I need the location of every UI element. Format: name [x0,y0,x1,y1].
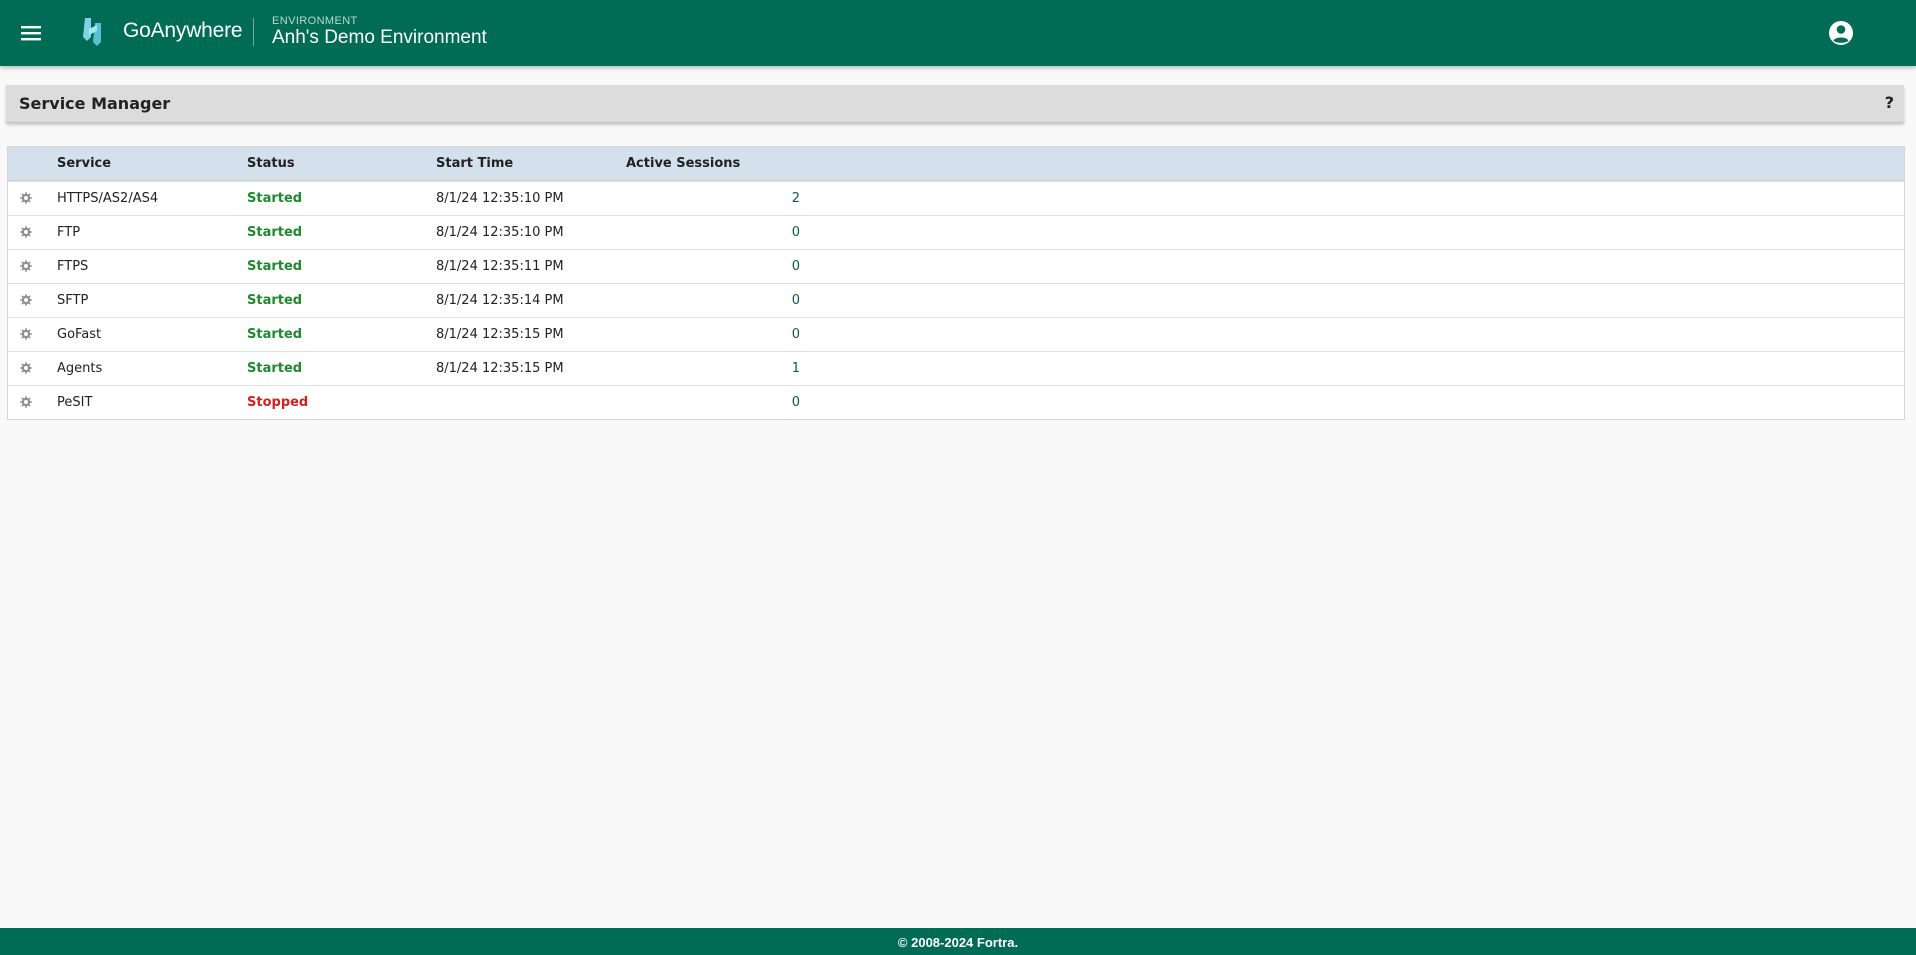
service-name: SFTP [57,293,89,308]
copyright-text: © 2008-2024 Fortra. [897,935,1019,950]
active-sessions: 1 [791,361,800,376]
status-badge: Started [247,293,303,308]
status-badge: Started [247,327,303,342]
table-row[interactable]: GoFast Started 8/1/24 12:35:15 PM 0 [8,317,1904,351]
column-header-service[interactable]: Service [57,156,111,171]
service-name: Agents [57,361,103,376]
table-header: Service Status Start Time Active Session… [8,147,1904,181]
status-badge: Started [247,191,303,206]
column-header-status[interactable]: Status [247,156,295,171]
gear-icon[interactable] [18,258,34,274]
start-time: 8/1/24 12:35:10 PM [436,225,564,240]
active-sessions: 0 [791,395,800,410]
status-badge: Started [247,259,303,274]
status-badge: Stopped [247,395,309,410]
status-badge: Started [247,225,303,240]
service-name: HTTPS/AS2/AS4 [57,191,159,206]
gear-icon[interactable] [18,326,34,342]
start-time: 8/1/24 12:35:14 PM [436,293,564,308]
active-sessions: 0 [791,327,800,342]
active-sessions: 0 [791,293,800,308]
header-divider [253,18,254,46]
start-time: 8/1/24 12:35:15 PM [436,361,564,376]
gear-icon[interactable] [18,224,34,240]
active-sessions: 0 [791,259,800,274]
start-time: 8/1/24 12:35:10 PM [436,191,564,206]
gear-icon[interactable] [18,190,34,206]
start-time: 8/1/24 12:35:11 PM [436,259,564,274]
goanywhere-logo[interactable] [79,15,107,49]
app-name: GoAnywhere [123,19,243,42]
environment-name: Anh's Demo Environment [272,27,487,48]
table-row[interactable]: FTPS Started 8/1/24 12:35:11 PM 0 [8,249,1904,283]
user-account-icon[interactable] [1826,18,1856,48]
page-title: Service Manager [19,94,171,113]
service-name: GoFast [57,327,102,342]
active-sessions: 2 [791,191,800,206]
column-header-start-time[interactable]: Start Time [436,156,513,171]
menu-button[interactable] [14,17,48,49]
table-row[interactable]: SFTP Started 8/1/24 12:35:14 PM 0 [8,283,1904,317]
service-name: PeSIT [57,395,93,410]
services-table: Service Status Start Time Active Session… [7,146,1905,420]
active-sessions: 0 [791,225,800,240]
gear-icon[interactable] [18,292,34,308]
environment-label: ENVIRONMENT [272,15,358,27]
start-time: 8/1/24 12:35:15 PM [436,327,564,342]
column-header-active-sessions[interactable]: Active Sessions [626,156,740,171]
service-name: FTPS [57,259,89,274]
service-name: FTP [57,225,81,240]
top-bar: GoAnywhere ENVIRONMENT Anh's Demo Enviro… [0,0,1916,66]
footer: © 2008-2024 Fortra. [0,928,1916,955]
gear-icon[interactable] [18,394,34,410]
service-manager-header: Service Manager ? [6,85,1904,123]
menu-icon [21,26,41,41]
table-row[interactable]: Agents Started 8/1/24 12:35:15 PM 1 [8,351,1904,385]
table-row[interactable]: PeSIT Stopped 0 [8,385,1904,419]
gear-icon[interactable] [18,360,34,376]
table-row[interactable]: FTP Started 8/1/24 12:35:10 PM 0 [8,215,1904,249]
status-badge: Started [247,361,303,376]
help-icon[interactable]: ? [1885,93,1894,112]
table-row[interactable]: HTTPS/AS2/AS4 Started 8/1/24 12:35:10 PM… [8,181,1904,215]
